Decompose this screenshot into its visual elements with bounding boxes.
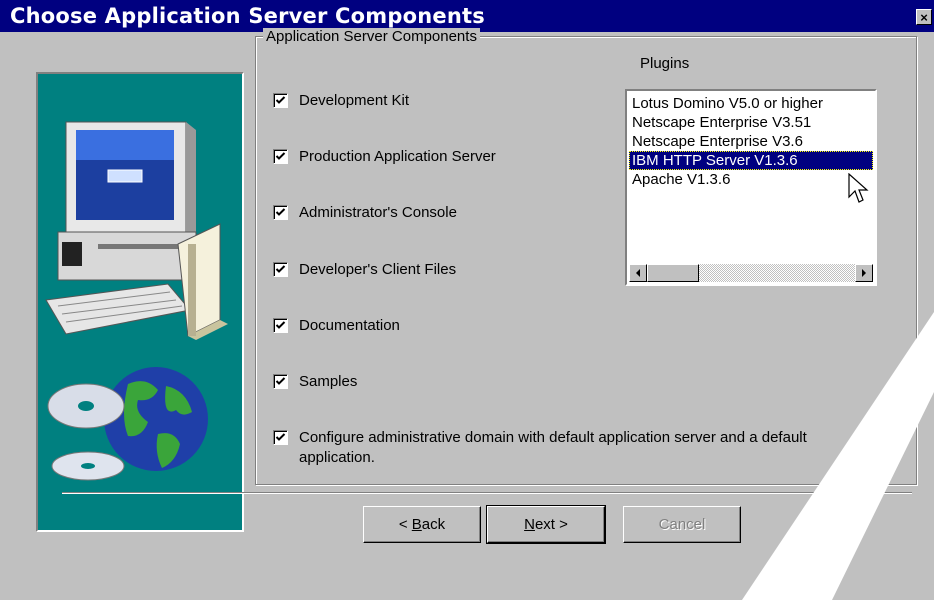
configure-line-2: application. <box>299 449 375 466</box>
checkmark-icon[interactable] <box>273 318 288 333</box>
computer-illustration <box>45 121 228 340</box>
close-button[interactable]: × <box>916 9 932 25</box>
scroll-left-button[interactable] <box>629 264 647 282</box>
checkmark-icon[interactable] <box>273 93 288 108</box>
plugin-item[interactable]: Netscape Enterprise V3.6 <box>629 132 873 151</box>
button-separator <box>62 492 912 494</box>
checkmark-icon[interactable] <box>273 374 288 389</box>
scroll-right-arrow-icon <box>862 269 866 277</box>
checkbox-label: Configure administrative domain with def… <box>299 428 807 468</box>
plugins-listbox[interactable]: Lotus Domino V5.0 or higher Netscape Ent… <box>625 89 877 286</box>
checkbox-development-kit[interactable]: Development Kit <box>273 91 409 111</box>
plugin-item[interactable]: Netscape Enterprise V3.51 <box>629 113 873 132</box>
back-button-label: < Back <box>398 516 446 533</box>
checkbox-configure-domain[interactable]: Configure administrative domain with def… <box>273 428 807 468</box>
plugin-item-selected[interactable]: IBM HTTP Server V1.3.6 <box>629 151 873 170</box>
checkbox-label: Production Application Server <box>299 148 496 165</box>
plugin-item[interactable]: Lotus Domino V5.0 or higher <box>629 94 873 113</box>
cancel-button[interactable]: Cancel <box>623 506 741 543</box>
checkbox-label: Documentation <box>299 317 400 334</box>
configure-line-1: Configure administrative domain with def… <box>299 429 807 446</box>
checkmark-icon[interactable] <box>273 430 288 445</box>
checkbox-client-files[interactable]: Developer's Client Files <box>273 260 456 280</box>
checkbox-admin-console[interactable]: Administrator's Console <box>273 203 457 223</box>
checkbox-production-server[interactable]: Production Application Server <box>273 147 496 167</box>
cancel-button-label: Cancel <box>658 516 706 533</box>
checkbox-label: Administrator's Console <box>299 204 457 221</box>
side-illustration <box>36 72 244 532</box>
close-icon: × <box>920 9 928 25</box>
checkmark-icon[interactable] <box>273 262 288 277</box>
back-button[interactable]: < Back <box>363 506 481 543</box>
scrollbar-thumb[interactable] <box>647 264 699 282</box>
checkbox-documentation[interactable]: Documentation <box>273 316 400 336</box>
plugins-label: Plugins <box>640 55 690 72</box>
scroll-right-button[interactable] <box>855 264 873 282</box>
mouse-pointer-icon <box>848 173 869 203</box>
plugin-item[interactable]: Apache V1.3.6 <box>629 170 873 189</box>
checkbox-label: Development Kit <box>299 92 410 109</box>
window-title: Choose Application Server Components <box>10 4 485 28</box>
checkbox-samples[interactable]: Samples <box>273 372 357 392</box>
checkbox-label: Samples <box>299 373 358 390</box>
components-group-label: Application Server Components <box>263 28 480 45</box>
next-button[interactable]: Next > <box>486 505 606 544</box>
horizontal-scrollbar[interactable] <box>629 264 873 282</box>
checkmark-icon[interactable] <box>273 149 288 164</box>
checkbox-label: Developer's Client Files <box>299 261 457 278</box>
checkmark-icon[interactable] <box>273 205 288 220</box>
globe-cd-illustration <box>47 367 208 481</box>
next-button-label: Next > <box>524 516 568 533</box>
scroll-left-arrow-icon <box>636 269 640 277</box>
